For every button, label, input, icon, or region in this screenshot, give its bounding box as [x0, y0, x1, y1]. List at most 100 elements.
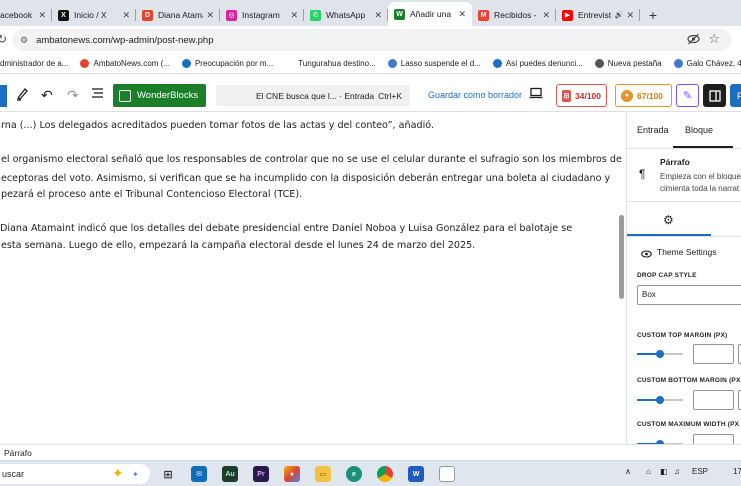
top-margin-label: CUSTOM TOP MARGIN (PX): [637, 332, 728, 339]
editor-scrollbar[interactable]: [619, 215, 624, 299]
mail-app-icon[interactable]: ✉: [191, 466, 207, 482]
bookmark-item[interactable]: Preocupación por m...: [181, 59, 274, 68]
publish-button[interactable]: P: [730, 84, 741, 107]
redo-icon[interactable]: ↷: [67, 87, 79, 104]
tab-favicon-icon: ▶: [562, 9, 573, 21]
ai-assistant-button[interactable]: ✎: [676, 84, 699, 107]
tab-close-icon[interactable]: ✕: [542, 10, 550, 21]
tabs-divider: [627, 148, 741, 149]
browser-tab[interactable]: ◎ Instagram ✕: [220, 4, 304, 26]
readability-score-button[interactable]: ● 67/100: [615, 84, 672, 107]
bookmark-item[interactable]: Galo Chávez, 40 añ...: [673, 59, 741, 68]
block-settings-gear-icon[interactable]: ⚙: [663, 213, 674, 227]
max-width-input[interactable]: [693, 434, 734, 444]
audition-app-icon[interactable]: Au: [222, 466, 238, 482]
file-explorer-icon[interactable]: ▭: [315, 466, 331, 482]
eye-off-icon[interactable]: [687, 33, 700, 48]
bookmark-item[interactable]: dministrador de a...: [0, 59, 68, 68]
paragraph-line-1[interactable]: rna (...) Los delegados acreditados pued…: [1, 116, 434, 135]
top-margin-slider[interactable]: [637, 347, 683, 361]
chrome-browser-icon[interactable]: [377, 466, 393, 482]
browser-tab[interactable]: W Añadir una ✕: [388, 2, 472, 26]
reload-icon[interactable]: ↻: [0, 32, 7, 46]
tab-close-icon[interactable]: ✕: [458, 9, 466, 20]
tray-overflow-icon[interactable]: ∧: [625, 467, 631, 476]
bookmark-item[interactable]: AmbatoNews.com (...: [80, 59, 170, 68]
bottom-margin-slider[interactable]: [637, 393, 683, 407]
tab-close-icon[interactable]: ✕: [122, 10, 130, 21]
seo-score-button[interactable]: ⊞ 34/100: [556, 84, 607, 107]
readability-score-value: 67/100: [637, 90, 663, 101]
bookmark-item[interactable]: Nueva pestaña: [594, 59, 662, 68]
command-palette-button[interactable]: El CNE busca que l... · Entrada Ctrl+K: [216, 85, 410, 106]
tab-close-icon[interactable]: ✕: [626, 10, 634, 21]
wonderblocks-button[interactable]: WonderBlocks: [113, 84, 206, 107]
tab-close-icon[interactable]: ✕: [206, 10, 214, 21]
premiere-app-icon[interactable]: Pr: [253, 466, 269, 482]
tray-language[interactable]: ESP: [692, 467, 708, 476]
site-info-icon[interactable]: ⚙: [20, 35, 28, 46]
undo-icon[interactable]: ↶: [41, 87, 53, 104]
preview-device-icon[interactable]: [529, 86, 543, 102]
block-description-1: Empieza con el bloque: [660, 172, 741, 181]
url-box[interactable]: ⚙ ambatonews.com/wp-admin/post-new.php ☆: [12, 29, 732, 51]
settings-sidebar-toggle[interactable]: [703, 84, 726, 107]
new-tab-button[interactable]: +: [644, 4, 662, 26]
copilot-sparkle-icon: ✦: [112, 465, 124, 481]
paragraph-line-4[interactable]: pezará el proceso ante el Tribunal Conte…: [1, 185, 302, 204]
bottom-margin-label: CUSTOM BOTTOM MARGIN (PX: [637, 377, 741, 384]
bookmark-favicon-icon: [387, 59, 397, 68]
tray-clock[interactable]: 17: [733, 467, 741, 476]
pencil-tools-icon[interactable]: [16, 87, 28, 104]
paragraph-line-2[interactable]: el organismo electoral señaló que los re…: [1, 150, 622, 169]
tab-audio-icon[interactable]: 🔊: [615, 11, 624, 19]
task-view-icon[interactable]: ⊞: [160, 466, 176, 482]
notepad-app-icon[interactable]: [439, 466, 455, 482]
bookmark-item[interactable]: Así puedes denunci...: [492, 59, 583, 68]
bottom-margin-input[interactable]: [693, 390, 734, 410]
os-taskbar: uscar ✦ ✦ ⊞ ✉ Au Pr ● ▭ e W ∧ ⌂ ◧ ♫ ESP …: [0, 460, 741, 486]
photos-app-icon[interactable]: ●: [284, 466, 300, 482]
tab-block[interactable]: Bloque: [685, 125, 713, 135]
edge-browser-icon[interactable]: e: [346, 466, 362, 482]
word-app-icon[interactable]: W: [408, 466, 424, 482]
browser-tab[interactable]: M Recibidos - ✕: [472, 4, 556, 26]
taskbar-search[interactable]: uscar ✦ ✦: [0, 464, 150, 484]
bookmark-item[interactable]: Tungurahua destino...: [285, 59, 376, 68]
tab-title: Añadir una: [410, 9, 452, 19]
top-margin-input[interactable]: [693, 344, 734, 364]
tab-close-icon[interactable]: ✕: [374, 10, 382, 21]
url-text[interactable]: ambatonews.com/wp-admin/post-new.php: [36, 35, 213, 46]
browser-tab[interactable]: ▶ Entrevist 🔊 ✕: [556, 4, 640, 26]
max-width-slider[interactable]: [637, 437, 683, 444]
bookmark-label: Así puedes denunci...: [505, 59, 583, 68]
tray-volume-icon[interactable]: ♫: [674, 467, 680, 476]
save-draft-button[interactable]: Guardar como borrador: [428, 90, 522, 100]
tab-favicon-icon: D: [142, 9, 153, 21]
drop-cap-select[interactable]: Box: [637, 285, 741, 305]
bookmark-item[interactable]: Lasso suspende el d...: [387, 59, 481, 68]
bookmark-star-icon[interactable]: ☆: [708, 31, 720, 47]
browser-tab[interactable]: X Inicio / X ✕: [52, 4, 136, 26]
tab-post[interactable]: Entrada: [637, 125, 669, 135]
tab-close-icon[interactable]: ✕: [290, 10, 298, 21]
paragraph-line-6[interactable]: esta semana. Luego de ello, empezará la …: [1, 236, 475, 255]
browser-tab[interactable]: ✆ WhatsApp ✕: [304, 4, 388, 26]
tab-close-icon[interactable]: ✕: [38, 10, 46, 21]
tab-favicon-icon: ✆: [310, 9, 321, 21]
editor-canvas[interactable]: rna (...) Los delegados acreditados pued…: [0, 113, 626, 444]
block-inserter-button[interactable]: [0, 85, 7, 107]
copilot-sparkle-small-icon: ✦: [132, 470, 139, 479]
browser-tab[interactable]: acebook ✕: [0, 4, 52, 26]
theme-settings-heading[interactable]: Theme Settings: [657, 247, 717, 257]
document-overview-icon[interactable]: [91, 85, 104, 102]
bookmark-label: Preocupación por m...: [194, 59, 274, 68]
command-title: El CNE busca que l... · Entrada: [256, 90, 375, 101]
block-card-divider: [627, 201, 741, 202]
browser-tab[interactable]: D Diana Atamai✕: [136, 4, 220, 26]
tray-status-icon[interactable]: ⌂: [646, 467, 651, 476]
taskbar-search-label: uscar: [2, 469, 25, 479]
breadcrumb-paragraph[interactable]: Párrafo: [4, 448, 32, 458]
tray-network-icon[interactable]: ◧: [660, 467, 668, 476]
block-breadcrumb: Párrafo: [0, 444, 741, 460]
